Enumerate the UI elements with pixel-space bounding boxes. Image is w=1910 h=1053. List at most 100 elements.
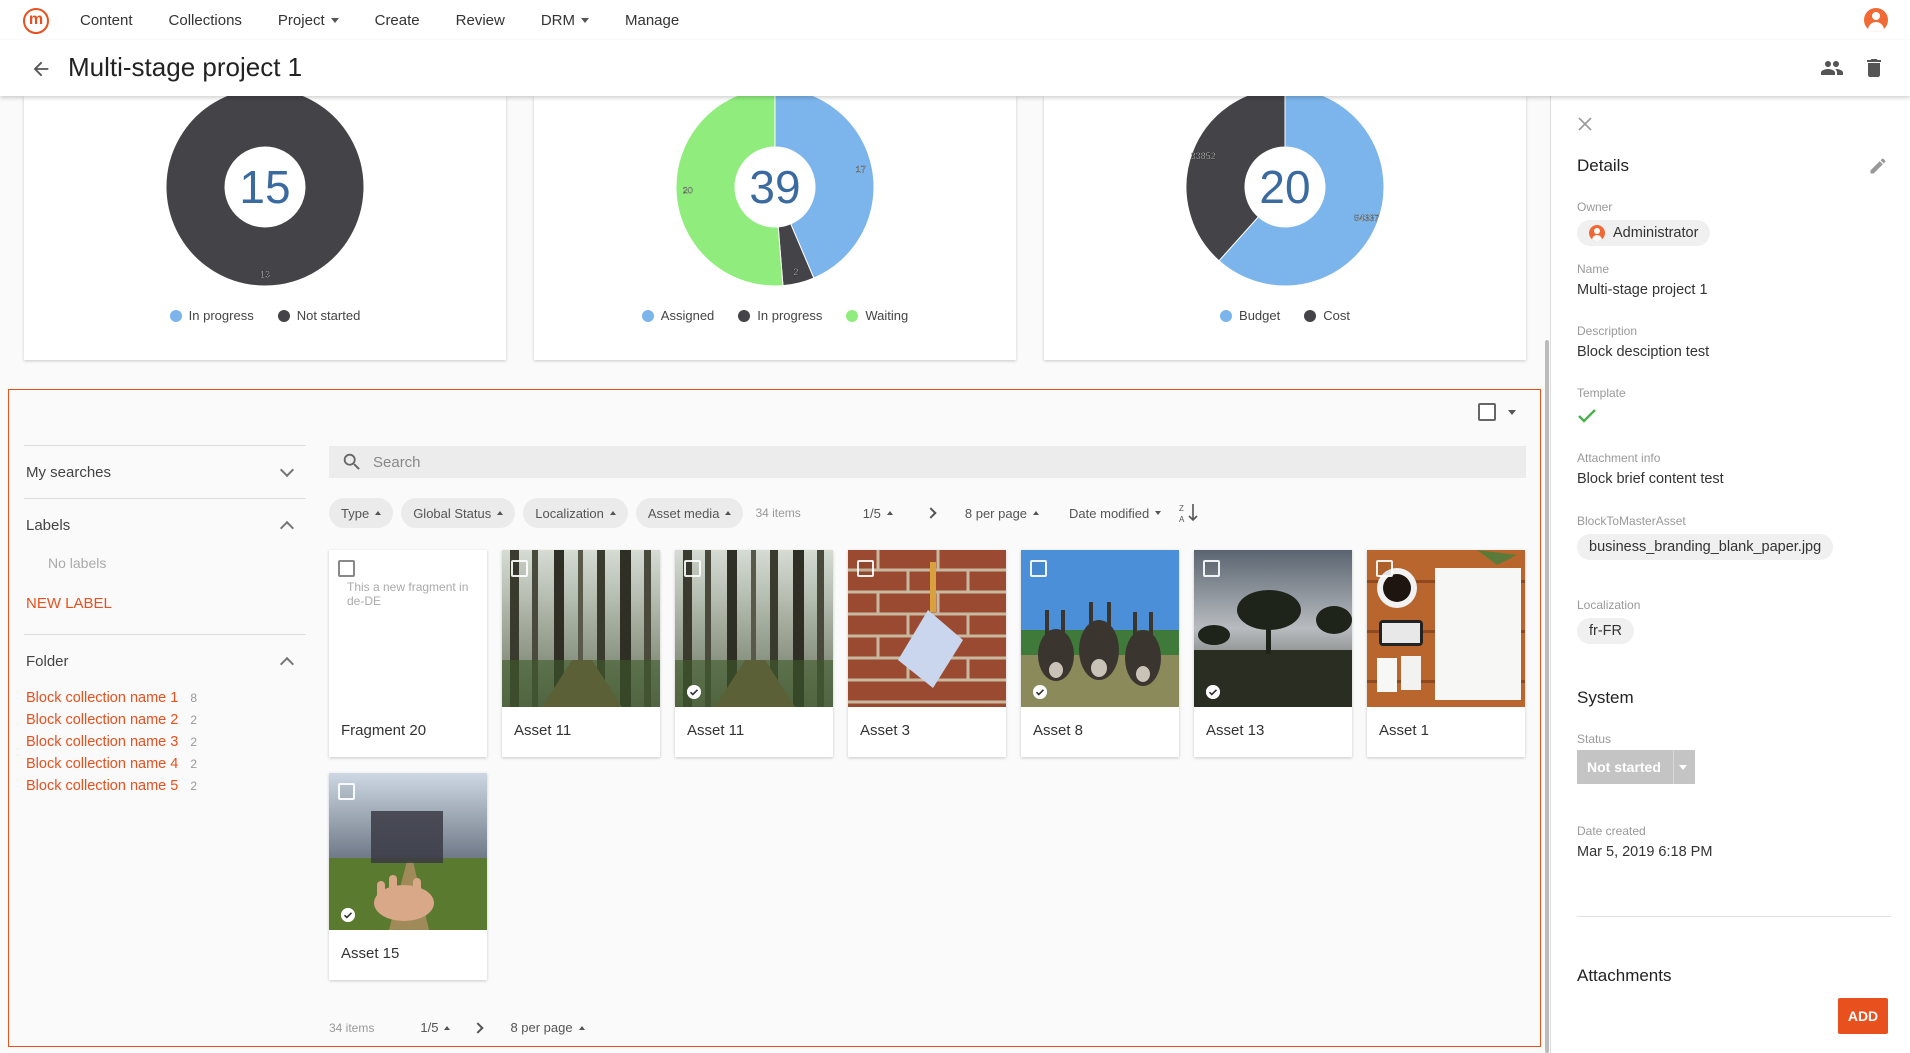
donut-chart: 17 2 20 39 bbox=[675, 87, 875, 287]
nav-content[interactable]: Content bbox=[62, 12, 151, 29]
global-status-filter-chip[interactable]: Global Status bbox=[401, 498, 516, 528]
caret-down-icon bbox=[581, 17, 589, 23]
logo[interactable]: m bbox=[23, 8, 49, 34]
folder-link[interactable]: Block collection name 1 bbox=[26, 690, 178, 706]
labels-section: Labels No labels NEW LABEL bbox=[24, 498, 306, 634]
legend-swatch bbox=[846, 309, 859, 322]
asset-checkbox[interactable] bbox=[857, 560, 874, 577]
folder-link[interactable]: Block collection name 3 bbox=[26, 734, 178, 750]
edit-icon[interactable] bbox=[1868, 156, 1888, 176]
per-page-label: 8 per page bbox=[510, 1020, 573, 1035]
attachment-info-value: Block brief content test bbox=[1577, 471, 1724, 487]
localization-chip[interactable]: fr-FR bbox=[1577, 618, 1635, 644]
new-label-button[interactable]: NEW LABEL bbox=[24, 581, 306, 634]
legend-item[interactable]: In progress bbox=[169, 308, 254, 323]
select-all-checkbox[interactable] bbox=[1478, 403, 1496, 421]
legend-item[interactable]: Budget bbox=[1220, 308, 1280, 323]
nav-create[interactable]: Create bbox=[357, 12, 438, 29]
asset-card[interactable]: Asset 11 bbox=[675, 550, 833, 757]
nav-project[interactable]: Project bbox=[260, 12, 357, 29]
close-icon[interactable] bbox=[1577, 116, 1593, 132]
localization-filter-chip[interactable]: Localization bbox=[523, 498, 628, 528]
donut-chart: 54337 33852 20 bbox=[1185, 87, 1385, 287]
asset-card[interactable]: Asset 3 bbox=[848, 550, 1006, 757]
people-icon[interactable] bbox=[1820, 56, 1844, 80]
legend-item[interactable]: Cost bbox=[1304, 308, 1350, 323]
nav-menu: Content Collections Project Create Revie… bbox=[62, 0, 697, 40]
delete-icon[interactable] bbox=[1862, 56, 1886, 80]
asset-checkbox[interactable] bbox=[338, 560, 355, 577]
asset-label: Asset 15 bbox=[341, 945, 400, 962]
type-filter-chip[interactable]: Type bbox=[329, 498, 394, 528]
asset-media-filter-chip[interactable]: Asset media bbox=[635, 498, 744, 528]
folder-link[interactable]: Block collection name 4 bbox=[26, 756, 178, 772]
title-bar: Multi-stage project 1 bbox=[0, 40, 1910, 96]
legend-item[interactable]: In progress bbox=[738, 308, 822, 323]
svg-text:Z: Z bbox=[1179, 504, 1184, 513]
nav-review[interactable]: Review bbox=[438, 12, 523, 29]
next-page-icon[interactable] bbox=[925, 507, 937, 519]
folder-link[interactable]: Block collection name 2 bbox=[26, 712, 178, 728]
asset-checkbox[interactable] bbox=[1376, 560, 1393, 577]
page-selector[interactable]: 1/5 bbox=[420, 1020, 451, 1035]
legend-label: In progress bbox=[757, 308, 823, 323]
chip-label: Global Status bbox=[413, 505, 492, 521]
next-page-icon[interactable] bbox=[472, 1021, 485, 1034]
legend-swatch bbox=[169, 309, 182, 322]
asset-card[interactable]: Asset 1 bbox=[1367, 550, 1525, 757]
title-actions bbox=[1820, 56, 1886, 80]
legend-item[interactable]: Assigned bbox=[641, 308, 714, 323]
asset-card[interactable]: Asset 15 bbox=[329, 773, 487, 980]
status-dropdown[interactable]: Not started bbox=[1577, 750, 1695, 784]
legend-item[interactable]: Not started bbox=[277, 308, 361, 323]
asset-card[interactable]: Asset 13 bbox=[1194, 550, 1352, 757]
legend-swatch bbox=[1220, 309, 1233, 322]
nav-drm[interactable]: DRM bbox=[523, 12, 607, 29]
asset-checkbox[interactable] bbox=[1030, 560, 1047, 577]
per-page-selector[interactable]: 8 per page bbox=[964, 505, 1040, 521]
per-page-selector[interactable]: 8 per page bbox=[510, 1020, 585, 1035]
labels-header[interactable]: Labels bbox=[24, 499, 306, 551]
owner-chip[interactable]: Administrator bbox=[1577, 220, 1711, 246]
status-label: Status bbox=[1577, 732, 1612, 746]
folder-header[interactable]: Folder bbox=[24, 635, 306, 687]
description-value: Block desciption test bbox=[1577, 344, 1710, 360]
asset-card[interactable]: This a new fragment in de-DE Fragment 20 bbox=[329, 550, 487, 757]
back-arrow-icon[interactable] bbox=[30, 58, 52, 80]
per-page-label: 8 per page bbox=[964, 505, 1028, 521]
search-icon bbox=[343, 453, 360, 470]
asset-checkbox[interactable] bbox=[684, 560, 701, 577]
block-master-label: BlockToMasterAsset bbox=[1577, 514, 1686, 528]
my-searches-header[interactable]: My searches bbox=[24, 446, 306, 498]
asset-checkbox[interactable] bbox=[338, 783, 355, 800]
add-attachment-button[interactable]: ADD bbox=[1838, 998, 1888, 1034]
asset-checkbox[interactable] bbox=[511, 560, 528, 577]
legend-label: Not started bbox=[296, 308, 361, 323]
chart-legend: Assigned In progress Waiting bbox=[534, 308, 1016, 323]
nav-drm-label: DRM bbox=[540, 11, 575, 29]
sort-selector[interactable]: Date modified bbox=[1069, 506, 1162, 521]
details-title: Details bbox=[1577, 156, 1629, 175]
legend-swatch bbox=[1304, 309, 1317, 322]
scrollbar[interactable] bbox=[1545, 340, 1549, 1053]
legend-label: Waiting bbox=[865, 308, 909, 323]
asset-label: Asset 11 bbox=[514, 722, 572, 739]
block-master-chip[interactable]: business_branding_blank_paper.jpg bbox=[1577, 534, 1834, 560]
user-avatar-icon[interactable] bbox=[1864, 8, 1888, 32]
select-menu-caret-icon[interactable] bbox=[1508, 410, 1516, 415]
asset-card[interactable]: Asset 8 bbox=[1021, 550, 1179, 757]
folder-link[interactable]: Block collection name 5 bbox=[26, 778, 178, 794]
asset-checkbox[interactable] bbox=[1203, 560, 1220, 577]
asset-card[interactable]: Asset 11 bbox=[502, 550, 660, 757]
legend-item[interactable]: Waiting bbox=[846, 308, 908, 323]
page-selector[interactable]: 1/5 bbox=[863, 506, 893, 521]
donut-chart: 13 15 bbox=[165, 87, 365, 287]
sort-order-icon[interactable]: ZA bbox=[1179, 502, 1199, 524]
approved-check-icon bbox=[1206, 685, 1220, 699]
description-label: Description bbox=[1577, 324, 1638, 338]
nav-collections[interactable]: Collections bbox=[151, 12, 260, 29]
nav-manage[interactable]: Manage bbox=[607, 12, 697, 29]
pie-data-label: 20 bbox=[683, 186, 693, 196]
details-panel: Details Owner Administrator Name Multi-s… bbox=[1550, 96, 1910, 1053]
search-input[interactable] bbox=[373, 453, 973, 471]
